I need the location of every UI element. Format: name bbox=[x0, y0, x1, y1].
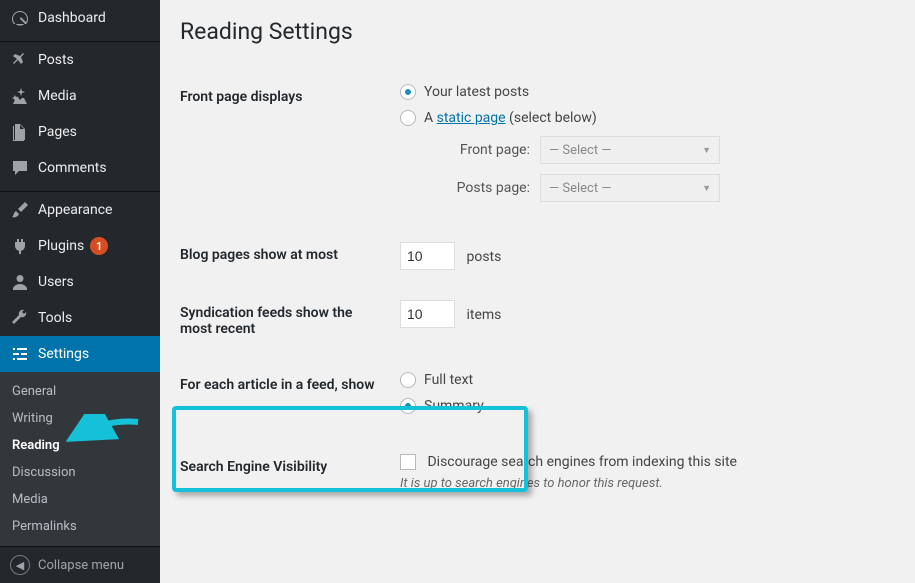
sidebar-item-settings[interactable]: Settings bbox=[0, 336, 160, 372]
submenu-discussion[interactable]: Discussion bbox=[0, 459, 160, 486]
input-suffix: items bbox=[466, 307, 501, 323]
comments-icon bbox=[10, 158, 30, 178]
front-page-select-label: Front page: bbox=[440, 142, 530, 158]
update-badge: 1 bbox=[90, 237, 108, 255]
sidebar-item-users[interactable]: Users bbox=[0, 264, 160, 300]
sidebar-item-plugins[interactable]: Plugins 1 bbox=[0, 228, 160, 264]
field-label-front-page: Front page displays bbox=[180, 69, 390, 227]
settings-icon bbox=[10, 344, 30, 364]
radio-label: Full text bbox=[424, 372, 473, 388]
static-page-link[interactable]: static page bbox=[437, 110, 506, 126]
sidebar-item-dashboard[interactable]: Dashboard bbox=[0, 0, 160, 36]
pages-icon bbox=[10, 122, 30, 142]
submenu-permalinks[interactable]: Permalinks bbox=[0, 513, 160, 540]
sidebar-item-label: Appearance bbox=[38, 202, 112, 218]
plug-icon bbox=[10, 236, 30, 256]
syndication-input[interactable] bbox=[400, 300, 455, 328]
posts-page-select[interactable]: — Select — bbox=[540, 174, 720, 202]
radio-summary[interactable] bbox=[400, 398, 416, 414]
radio-label: Summary bbox=[424, 398, 484, 414]
sidebar-item-tools[interactable]: Tools bbox=[0, 300, 160, 336]
posts-page-select-label: Posts page: bbox=[440, 180, 530, 196]
settings-submenu: General Writing Reading Discussion Media… bbox=[0, 372, 160, 546]
collapse-label: Collapse menu bbox=[38, 558, 124, 573]
radio-static-page[interactable] bbox=[400, 110, 416, 126]
radio-label: A static page (select below) bbox=[424, 110, 597, 126]
media-icon bbox=[10, 86, 30, 106]
submenu-general[interactable]: General bbox=[0, 378, 160, 405]
sidebar-item-label: Plugins bbox=[38, 238, 84, 254]
submenu-writing[interactable]: Writing bbox=[0, 405, 160, 432]
settings-form: Front page displays Your latest posts A … bbox=[180, 69, 895, 506]
field-label-search-visibility: Search Engine Visibility bbox=[180, 439, 390, 506]
field-label-feed-content: For each article in a feed, show bbox=[180, 357, 390, 439]
page-title: Reading Settings bbox=[180, 18, 895, 45]
checkbox-label: Discourage search engines from indexing … bbox=[427, 454, 736, 470]
front-page-select[interactable]: — Select — bbox=[540, 136, 720, 164]
sidebar-item-label: Dashboard bbox=[38, 10, 106, 26]
main-content: Reading Settings Front page displays You… bbox=[160, 0, 915, 583]
collapse-icon: ◀ bbox=[10, 555, 30, 575]
sidebar-item-label: Posts bbox=[38, 52, 74, 68]
sidebar-item-appearance[interactable]: Appearance bbox=[0, 192, 160, 228]
sidebar-item-label: Users bbox=[38, 274, 74, 290]
sidebar-item-label: Settings bbox=[38, 346, 89, 362]
sidebar-item-label: Tools bbox=[38, 310, 72, 326]
submenu-reading[interactable]: Reading bbox=[0, 432, 160, 459]
sidebar-item-pages[interactable]: Pages bbox=[0, 114, 160, 150]
admin-sidebar: Dashboard Posts Media Pages Comments App… bbox=[0, 0, 160, 583]
field-label-syndication: Syndication feeds show the most recent bbox=[180, 285, 390, 357]
sidebar-item-media[interactable]: Media bbox=[0, 78, 160, 114]
field-label-blog-pages: Blog pages show at most bbox=[180, 227, 390, 285]
pin-icon bbox=[10, 50, 30, 70]
brush-icon bbox=[10, 200, 30, 220]
submenu-media[interactable]: Media bbox=[0, 486, 160, 513]
radio-full-text[interactable] bbox=[400, 372, 416, 388]
collapse-menu[interactable]: ◀ Collapse menu bbox=[0, 546, 160, 583]
sidebar-item-comments[interactable]: Comments bbox=[0, 150, 160, 186]
sidebar-item-label: Pages bbox=[38, 124, 77, 140]
dashboard-icon bbox=[10, 8, 30, 28]
blog-pages-input[interactable] bbox=[400, 242, 455, 270]
tools-icon bbox=[10, 308, 30, 328]
sidebar-item-posts[interactable]: Posts bbox=[0, 42, 160, 78]
radio-latest-posts[interactable] bbox=[400, 84, 416, 100]
users-icon bbox=[10, 272, 30, 292]
sidebar-item-label: Media bbox=[38, 88, 77, 104]
field-description: It is up to search engines to honor this… bbox=[400, 476, 885, 491]
radio-label: Your latest posts bbox=[424, 84, 529, 100]
sidebar-item-label: Comments bbox=[38, 160, 107, 176]
discourage-checkbox[interactable] bbox=[400, 454, 416, 470]
input-suffix: posts bbox=[466, 249, 501, 265]
